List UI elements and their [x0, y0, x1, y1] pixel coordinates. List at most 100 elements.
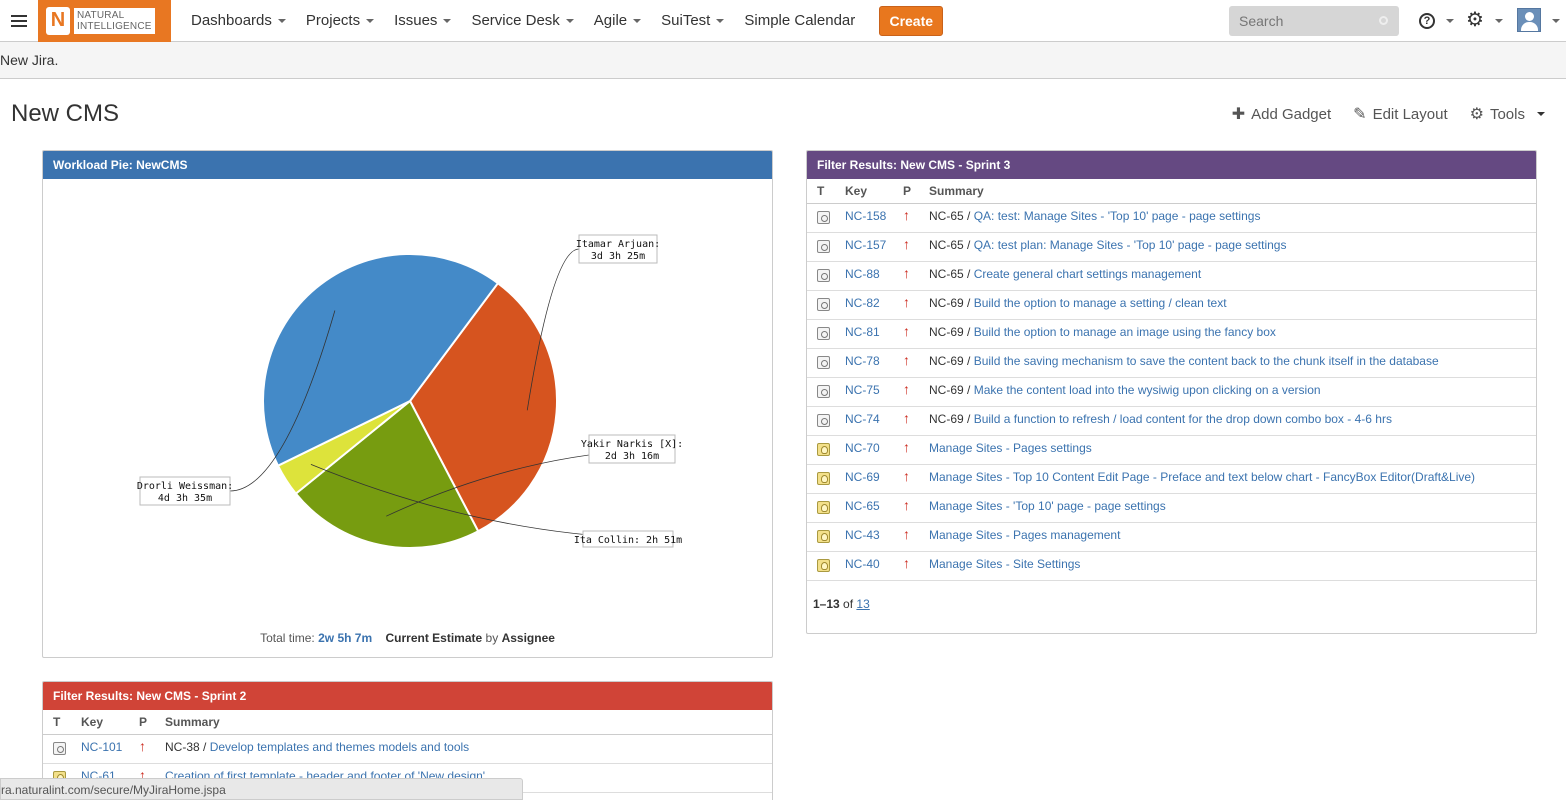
gadget-title[interactable]: Filter Results: New CMS - Sprint 2: [43, 682, 772, 710]
table-row: NC-40 ↑ Manage Sites - Site Settings: [807, 551, 1536, 581]
add-gadget-button[interactable]: ✚ Add Gadget: [1232, 104, 1331, 124]
issue-key-link[interactable]: NC-43: [845, 528, 880, 542]
issue-key-link[interactable]: NC-78: [845, 354, 880, 368]
column-header-key[interactable]: Key: [845, 179, 903, 204]
parent-issue-link[interactable]: NC-69: [929, 325, 964, 339]
pie-label: Itamar Arjuan:: [576, 239, 660, 250]
issue-key-link[interactable]: NC-70: [845, 441, 880, 455]
column-header-summary[interactable]: Summary: [929, 179, 1536, 204]
menu-service-desk[interactable]: Service Desk: [461, 0, 583, 42]
gadget-title[interactable]: Workload Pie: NewCMS: [43, 151, 772, 179]
issue-key-link[interactable]: NC-88: [845, 267, 880, 281]
issue-summary-link[interactable]: Create general chart settings management: [974, 267, 1201, 281]
summary-cell: Manage Sites - 'Top 10' page - page sett…: [929, 493, 1536, 523]
issue-summary-link[interactable]: Build the option to manage an image usin…: [974, 325, 1276, 339]
issue-key-link[interactable]: NC-75: [845, 383, 880, 397]
logo-text: NATURAL INTELLIGENCE: [74, 7, 155, 34]
summary-cell: NC-65 / Create general chart settings ma…: [929, 261, 1536, 291]
pie-label: 3d 3h 25m: [591, 251, 645, 262]
issue-key-link[interactable]: NC-81: [845, 325, 880, 339]
column-header-summary[interactable]: Summary: [165, 710, 772, 735]
column-header-type[interactable]: T: [807, 179, 845, 204]
menu-label: SuiTest: [661, 12, 711, 29]
issue-summary-link[interactable]: QA: test plan: Manage Sites - 'Top 10' p…: [974, 238, 1287, 252]
tools-button[interactable]: ⚙ Tools: [1470, 104, 1545, 124]
separator: /: [963, 325, 974, 339]
menu-icon[interactable]: [0, 0, 38, 42]
issue-key-link[interactable]: NC-69: [845, 470, 880, 484]
table-row: NC-78 ↑ NC-69 / Build the saving mechanism…: [807, 348, 1536, 378]
search-icon[interactable]: [1379, 16, 1388, 25]
issue-key-link[interactable]: NC-40: [845, 557, 880, 571]
issue-type-cell: [807, 435, 845, 465]
parent-issue-link[interactable]: NC-65: [929, 238, 964, 252]
separator: /: [963, 412, 974, 426]
column-header-priority[interactable]: P: [903, 179, 929, 204]
arrow-up-icon: ↑: [903, 207, 910, 223]
search-input[interactable]: [1229, 6, 1399, 36]
dashboard-tools: ✚ Add Gadget ✎ Edit Layout ⚙ Tools: [1232, 104, 1545, 124]
issue-summary-link[interactable]: Make the content load into the wysiwig u…: [974, 383, 1321, 397]
menu-agile[interactable]: Agile: [584, 0, 651, 42]
issue-summary-link[interactable]: Manage Sites - Top 10 Content Edit Page …: [929, 470, 1475, 484]
chevron-down-icon[interactable]: [1552, 19, 1560, 23]
issue-summary-link[interactable]: Develop templates and themes models and …: [210, 740, 469, 754]
chevron-down-icon[interactable]: [1495, 19, 1503, 23]
pencil-icon: ✎: [1353, 106, 1367, 123]
menu-issues[interactable]: Issues: [384, 0, 461, 42]
column-header-priority[interactable]: P: [139, 710, 165, 735]
column-header-key[interactable]: Key: [81, 710, 139, 735]
issue-key-link[interactable]: NC-158: [845, 209, 886, 223]
summary-cell: Manage Sites - Pages management: [929, 522, 1536, 552]
issue-summary-link[interactable]: QA: test: Manage Sites - 'Top 10' page -…: [974, 209, 1261, 223]
total-value: 2w 5h 7m: [318, 631, 373, 645]
parent-issue-link[interactable]: NC-69: [929, 412, 964, 426]
issue-key-link[interactable]: NC-101: [81, 740, 122, 754]
edit-layout-button[interactable]: ✎ Edit Layout: [1353, 104, 1447, 124]
story-icon: [817, 472, 830, 485]
issue-summary-link[interactable]: Manage Sites - Pages management: [929, 528, 1120, 542]
create-button[interactable]: Create: [879, 5, 944, 36]
paging-total-link[interactable]: 13: [856, 597, 869, 611]
task-icon: [817, 327, 830, 340]
menu-simple-calendar[interactable]: Simple Calendar: [734, 0, 865, 42]
logo[interactable]: N NATURAL INTELLIGENCE: [38, 0, 171, 42]
issue-summary-link[interactable]: Build the option to manage a setting / c…: [974, 296, 1227, 310]
parent-issue-link[interactable]: NC-69: [929, 296, 964, 310]
avatar[interactable]: [1517, 8, 1541, 32]
issue-key-link[interactable]: NC-82: [845, 296, 880, 310]
parent-issue-link[interactable]: NC-69: [929, 354, 964, 368]
menu-suitest[interactable]: SuiTest: [651, 0, 734, 42]
issue-key-link[interactable]: NC-65: [845, 499, 880, 513]
arrow-up-icon: ↑: [903, 352, 910, 368]
arrow-up-icon: ↑: [139, 738, 146, 754]
issue-summary-link[interactable]: Manage Sites - 'Top 10' page - page sett…: [929, 499, 1166, 513]
gadget-title[interactable]: Filter Results: New CMS - Sprint 3: [807, 151, 1536, 179]
separator: /: [963, 383, 974, 397]
table-row: NC-75 ↑ NC-69 / Make the content load into…: [807, 377, 1536, 407]
issue-summary-link[interactable]: Manage Sites - Pages settings: [929, 441, 1092, 455]
parent-issue-link[interactable]: NC-65: [929, 267, 964, 281]
parent-issue-link[interactable]: NC-65: [929, 209, 964, 223]
parent-issue-link[interactable]: NC-69: [929, 383, 964, 397]
chevron-down-icon: [716, 18, 725, 23]
table-header-row: T Key P Summary: [807, 179, 1536, 204]
menu-projects[interactable]: Projects: [296, 0, 384, 42]
issue-summary-link[interactable]: Manage Sites - Site Settings: [929, 557, 1080, 571]
sprint3-filter-gadget: Filter Results: New CMS - Sprint 3 T Key…: [806, 150, 1537, 634]
help-icon[interactable]: ?: [1419, 13, 1435, 29]
issue-key-link[interactable]: NC-157: [845, 238, 886, 252]
issue-key-link[interactable]: NC-74: [845, 412, 880, 426]
table-row: NC-82 ↑ NC-69 / Build the option to manage…: [807, 290, 1536, 320]
total-label: Total time:: [260, 631, 315, 645]
chevron-down-icon[interactable]: [1446, 19, 1454, 23]
issue-summary-link[interactable]: Build the saving mechanism to save the c…: [974, 354, 1439, 368]
column-header-type[interactable]: T: [43, 710, 81, 735]
menu-dashboards[interactable]: Dashboards: [181, 0, 296, 42]
gear-icon[interactable]: ⚙: [1466, 10, 1484, 30]
issue-summary-link[interactable]: Build a function to refresh / load conte…: [974, 412, 1392, 426]
issue-type-cell: [807, 464, 845, 494]
arrow-up-icon: ↑: [903, 236, 910, 252]
parent-issue-link[interactable]: NC-38: [165, 740, 200, 754]
menu-label: Simple Calendar: [744, 12, 856, 29]
